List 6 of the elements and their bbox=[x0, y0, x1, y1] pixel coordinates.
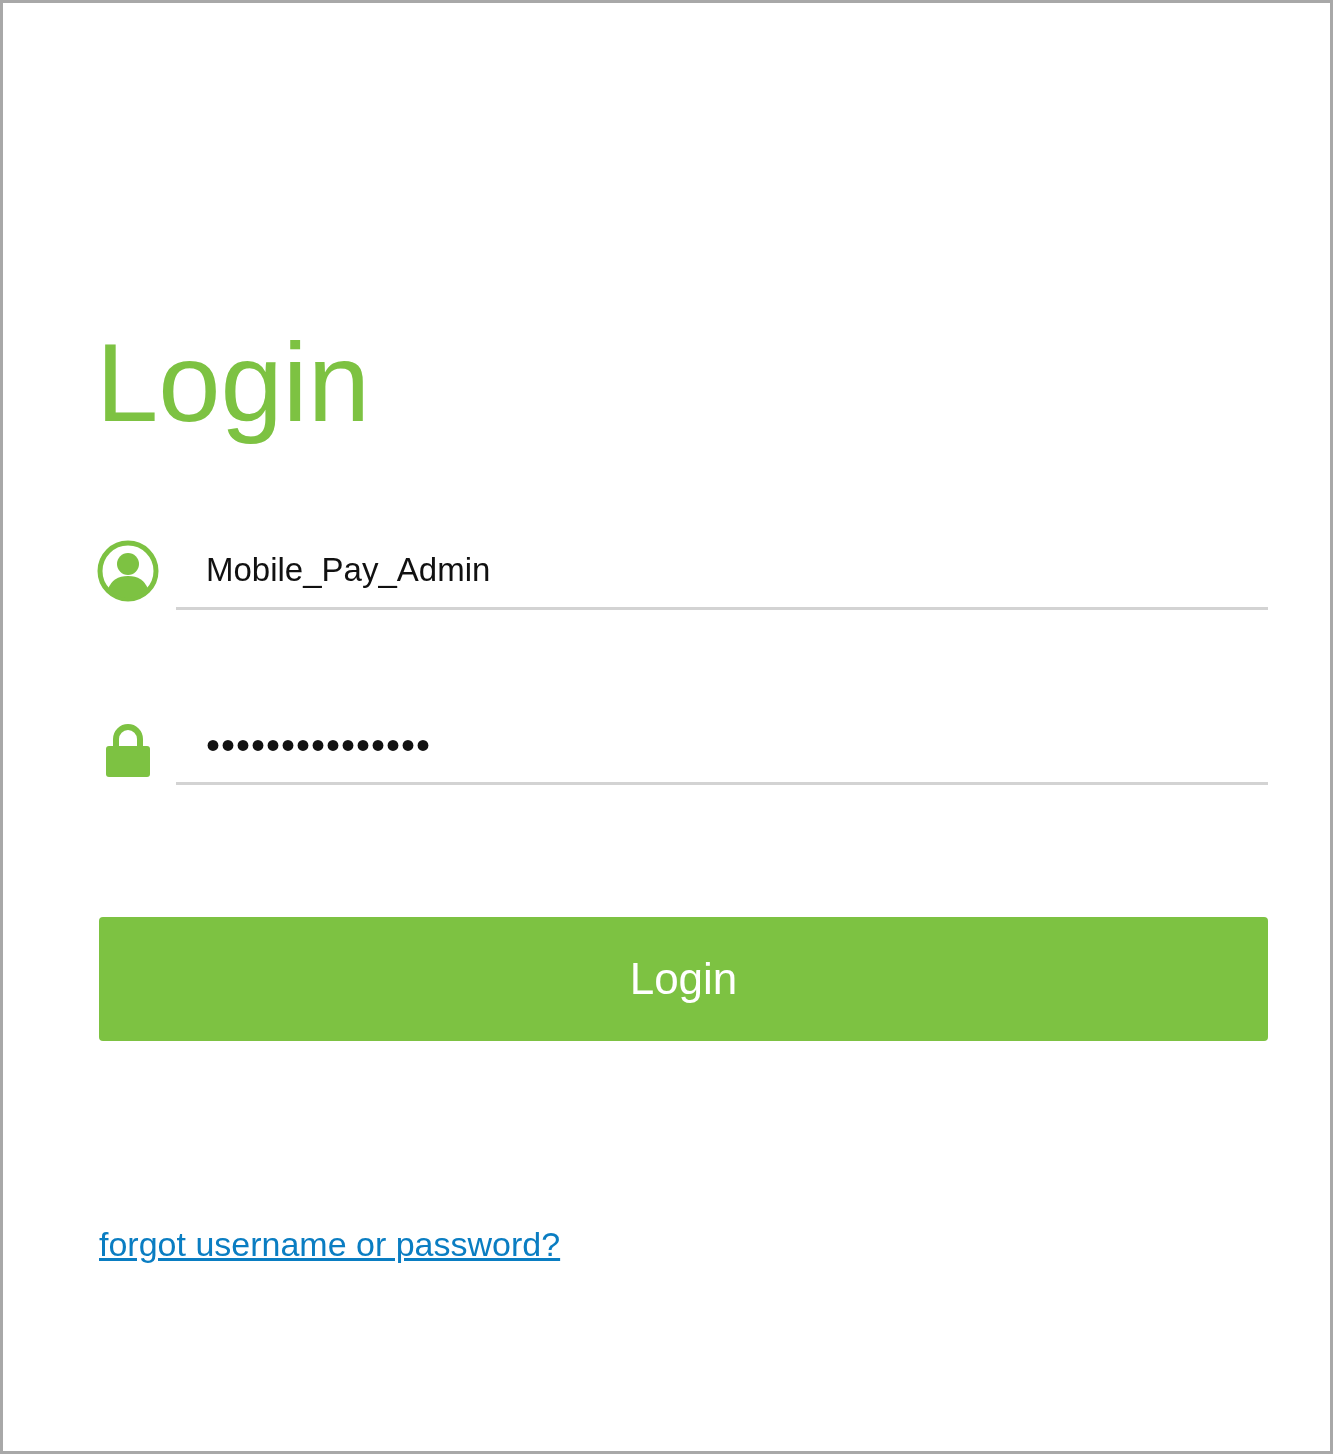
login-title: Login bbox=[96, 321, 372, 445]
password-field[interactable]: ••••••••••••••• bbox=[176, 708, 1268, 785]
forgot-password-link[interactable]: forgot username or password? bbox=[99, 1225, 561, 1264]
user-icon bbox=[97, 540, 159, 602]
username-field[interactable]: Mobile_Pay_Admin bbox=[176, 533, 1268, 610]
lock-icon bbox=[105, 723, 151, 777]
